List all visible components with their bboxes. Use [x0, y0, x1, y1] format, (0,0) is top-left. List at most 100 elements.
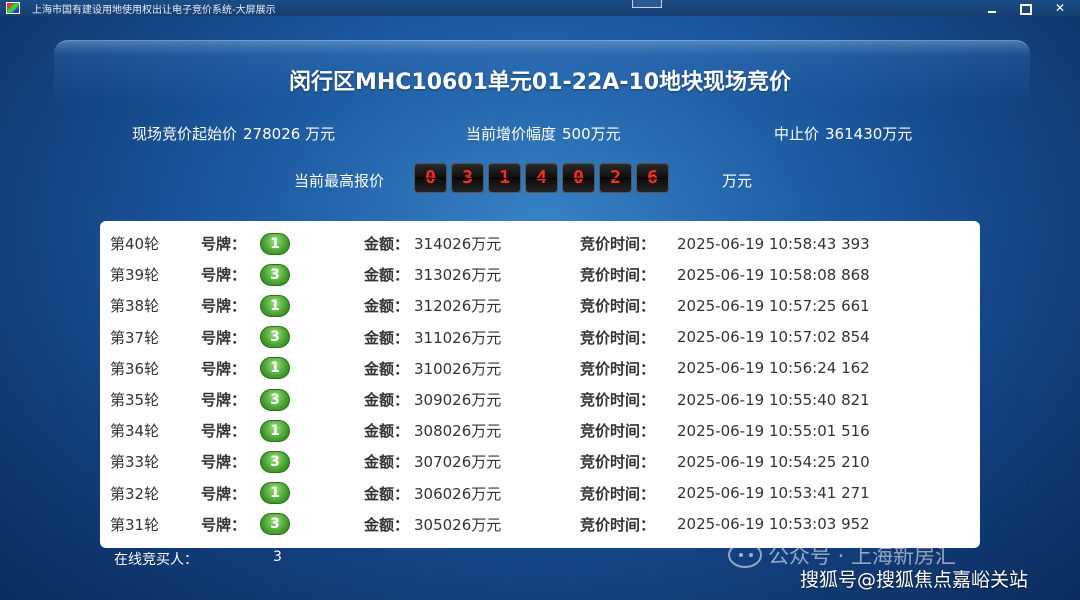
amount-label: 金额：	[364, 266, 410, 285]
highest-bid-unit: 万元	[722, 172, 753, 190]
counter-digit: 4	[525, 163, 558, 193]
window-controls: ✕	[986, 0, 1066, 16]
counter-digit: 2	[599, 163, 632, 193]
bid-round: 第31轮	[110, 515, 160, 534]
table-row: 第37轮 号牌： 3 金额： 311026万元 竞价时间： 2025-06-19…	[100, 322, 980, 353]
bid-amount: 312026万元	[414, 297, 502, 316]
counter-digit: 1	[488, 163, 521, 193]
counter-digit: 0	[562, 163, 595, 193]
sohu-watermark: 搜狐号@搜狐焦点嘉峪关站	[800, 569, 1029, 591]
bid-amount: 309026万元	[414, 391, 502, 410]
wechat-icon	[728, 542, 762, 568]
stop-price-label: 中止价	[774, 125, 820, 143]
bid-time: 2025-06-19 10:53:41 271	[677, 484, 870, 503]
table-row: 第34轮 号牌： 1 金额： 308026万元 竞价时间： 2025-06-19…	[100, 415, 980, 446]
bid-time: 2025-06-19 10:57:02 854	[677, 328, 870, 347]
bid-round: 第35轮	[110, 391, 160, 410]
plate-badge: 3	[260, 513, 290, 536]
plate-label: 号牌：	[201, 297, 247, 316]
bid-round: 第34轮	[110, 422, 160, 441]
start-price-label: 现场竞价起始价	[132, 125, 238, 143]
bid-time: 2025-06-19 10:55:40 821	[677, 390, 870, 409]
plate-badge: 3	[260, 326, 290, 349]
window-titlebar: 上海市国有建设用地使用权出让电子竞价系统-大屏展示 ✕	[0, 0, 1080, 16]
table-row: 第33轮 号牌： 3 金额： 307026万元 竞价时间： 2025-06-19…	[100, 446, 980, 477]
amount-label: 金额：	[364, 515, 410, 534]
plate-label: 号牌：	[201, 515, 247, 534]
bid-amount: 305026万元	[414, 515, 502, 534]
plate-badge: 1	[260, 294, 290, 317]
bid-round: 第39轮	[110, 266, 160, 285]
online-bidders-label: 在线竞买人：	[114, 552, 198, 568]
plate-label: 号牌：	[201, 422, 247, 441]
plate-label: 号牌：	[201, 328, 247, 347]
increment-value: 500万元	[562, 125, 621, 143]
page-title: 闵行区MHC10601单元01-22A-10地块现场竞价	[288, 70, 792, 95]
bid-amount: 310026万元	[414, 359, 502, 378]
table-row: 第39轮 号牌： 3 金额： 313026万元 竞价时间： 2025-06-19…	[100, 259, 980, 290]
plate-badge: 1	[260, 357, 290, 380]
counter-digit: 0	[414, 163, 447, 193]
bid-round: 第38轮	[110, 297, 160, 316]
time-label: 竞价时间：	[580, 359, 656, 378]
bid-time: 2025-06-19 10:55:01 516	[677, 421, 870, 440]
bid-time: 2025-06-19 10:53:03 952	[677, 515, 870, 534]
start-price: 现场竞价起始价 278026 万元	[132, 123, 335, 144]
table-row: 第31轮 号牌： 3 金额： 305026万元 竞价时间： 2025-06-19…	[100, 509, 980, 540]
highest-bid-label: 当前最高报价	[294, 172, 385, 190]
bid-history-table: 第40轮 号牌： 1 金额： 314026万元 竞价时间： 2025-06-19…	[100, 221, 980, 548]
bid-time: 2025-06-19 10:56:24 162	[677, 359, 870, 378]
plate-label: 号牌：	[201, 266, 247, 285]
minimize-icon[interactable]	[986, 3, 998, 13]
amount-label: 金额：	[364, 328, 410, 347]
amount-label: 金额：	[364, 484, 410, 503]
bid-amount: 307026万元	[414, 453, 502, 472]
plate-badge: 3	[260, 450, 290, 473]
bid-time: 2025-06-19 10:58:08 868	[677, 265, 870, 284]
amount-label: 金额：	[364, 453, 410, 472]
plate-badge: 1	[260, 482, 290, 505]
plate-label: 号牌：	[201, 391, 247, 410]
table-row: 第38轮 号牌： 1 金额： 312026万元 竞价时间： 2025-06-19…	[100, 290, 980, 321]
time-label: 竞价时间：	[580, 515, 656, 534]
bid-round: 第33轮	[110, 453, 160, 472]
window-title: 上海市国有建设用地使用权出让电子竞价系统-大屏展示	[32, 4, 276, 16]
stop-price-value: 361430万元	[825, 125, 913, 143]
bid-amount: 313026万元	[414, 266, 502, 285]
bid-round: 第37轮	[110, 328, 160, 347]
plate-label: 号牌：	[201, 235, 247, 254]
increment-label: 当前增价幅度	[466, 125, 557, 143]
titlebar-dropdown-handle[interactable]	[632, 0, 662, 8]
close-icon[interactable]: ✕	[1054, 0, 1066, 16]
plate-badge: 3	[260, 388, 290, 411]
time-label: 竞价时间：	[580, 422, 656, 441]
bid-time: 2025-06-19 10:58:43 393	[677, 234, 870, 253]
time-label: 竞价时间：	[580, 453, 656, 472]
maximize-icon[interactable]	[1020, 1, 1032, 15]
bid-amount: 314026万元	[414, 235, 502, 254]
time-label: 竞价时间：	[580, 266, 656, 285]
bid-time: 2025-06-19 10:54:25 210	[677, 452, 870, 471]
time-label: 竞价时间：	[580, 328, 656, 347]
bid-amount: 311026万元	[414, 328, 502, 347]
table-row: 第35轮 号牌： 3 金额： 309026万元 竞价时间： 2025-06-19…	[100, 384, 980, 415]
table-row: 第40轮 号牌： 1 金额： 314026万元 竞价时间： 2025-06-19…	[100, 228, 980, 259]
plate-label: 号牌：	[201, 453, 247, 472]
bid-amount: 306026万元	[414, 484, 502, 503]
time-label: 竞价时间：	[580, 235, 656, 254]
highest-bid-counter: 0 3 1 4 0 2 6	[414, 163, 669, 193]
online-bidders-count: 3	[273, 549, 282, 565]
time-label: 竞价时间：	[580, 391, 656, 410]
bid-round: 第36轮	[110, 359, 160, 378]
plate-label: 号牌：	[201, 359, 247, 378]
plate-badge: 3	[260, 263, 290, 286]
start-price-value: 278026 万元	[243, 125, 336, 143]
stop-price: 中止价 361430万元	[774, 123, 912, 144]
plate-label: 号牌：	[201, 484, 247, 503]
bid-round: 第40轮	[110, 235, 160, 254]
plate-badge: 1	[260, 419, 290, 442]
counter-digit: 6	[636, 163, 669, 193]
counter-digit: 3	[451, 163, 484, 193]
time-label: 竞价时间：	[580, 484, 656, 503]
amount-label: 金额：	[364, 391, 410, 410]
